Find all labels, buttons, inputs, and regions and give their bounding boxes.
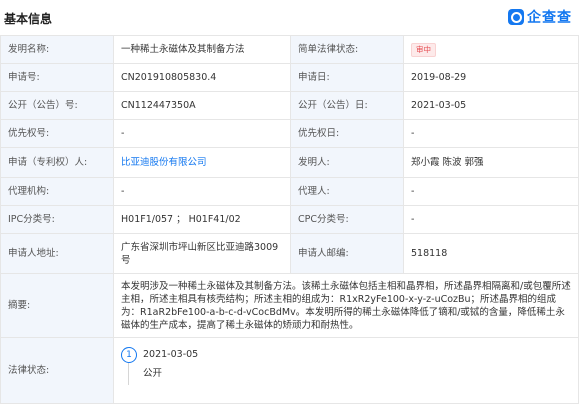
abstract-label: 摘要: [0, 273, 114, 338]
application-date-value: 2019-08-29 [403, 63, 579, 92]
postal-code-label: 申请人邮编: [290, 233, 404, 274]
timeline-connector [128, 362, 129, 385]
priority-date-value: - [403, 119, 579, 148]
inventor-value: 郑小霞 陈波 郭强 [403, 147, 579, 178]
table-row: 法律状态: 1 2021-03-05 公开 [0, 337, 579, 404]
invention-name-value: 一种稀土永磁体及其制备方法 [113, 35, 291, 64]
publication-no-label: 公开（公告）号: [0, 91, 114, 120]
application-date-label: 申请日: [290, 63, 404, 92]
table-row: IPC分类号: H01F1/057 ； H01F41/02 CPC分类号: - [0, 205, 579, 234]
table-row: 申请（专利权）人: 比亚迪股份有限公司 发明人: 郑小霞 陈波 郭强 [0, 147, 579, 178]
qichacha-logo[interactable]: 企查查 [508, 6, 572, 28]
applicant-address-label: 申请人地址: [0, 233, 114, 274]
priority-no-value: - [113, 119, 291, 148]
applicant-label: 申请（专利权）人: [0, 147, 114, 178]
table-row: 公开（公告）号: CN112447350A 公开（公告）日: 2021-03-0… [0, 91, 579, 120]
table-row: 摘要: 本发明涉及一种稀土永磁体及其制备方法。该稀土永磁体包括主相和晶界相，所述… [0, 273, 579, 338]
table-row: 申请号: CN201910805830.4 申请日: 2019-08-29 [0, 63, 579, 92]
table-row: 发明名称: 一种稀土永磁体及其制备方法 简单法律状态: 审中 [0, 35, 579, 64]
priority-no-label: 优先权号: [0, 119, 114, 148]
table-row: 代理机构: - 代理人: - [0, 177, 579, 206]
cpc-label: CPC分类号: [290, 205, 404, 234]
table-row: 申请人地址: 广东省深圳市坪山新区比亚迪路3009号 申请人邮编: 518118 [0, 233, 579, 274]
agency-value: - [113, 177, 291, 206]
inventor-label: 发明人: [290, 147, 404, 178]
publication-date-label: 公开（公告）日: [290, 91, 404, 120]
timeline-event: 公开 [143, 367, 163, 379]
invention-name-label: 发明名称: [0, 35, 114, 64]
applicant-link[interactable]: 比亚迪股份有限公司 [121, 157, 207, 168]
publication-no-value: CN112447350A [113, 91, 291, 120]
publication-date-value: 2021-03-05 [403, 91, 579, 120]
priority-date-label: 优先权日: [290, 119, 404, 148]
status-badge: 审中 [411, 42, 436, 57]
table-row: 优先权号: - 优先权日: - [0, 119, 579, 148]
applicant-cell: 比亚迪股份有限公司 [113, 147, 291, 178]
legal-status-timeline: 1 2021-03-05 公开 [121, 341, 571, 401]
postal-code-value: 518118 [403, 233, 579, 274]
patent-info-table: 发明名称: 一种稀土永磁体及其制备方法 简单法律状态: 审中 申请号: CN20… [0, 35, 579, 404]
timeline-step-marker: 1 [121, 346, 137, 363]
legal-status-label: 法律状态: [0, 337, 114, 404]
section-title: 基本信息 [4, 12, 53, 26]
cpc-value: - [403, 205, 579, 234]
legal-status-brief-label: 简单法律状态: [290, 35, 404, 64]
abstract-text: 本发明涉及一种稀土永磁体及其制备方法。该稀土永磁体包括主相和晶界相，所述晶界相隔… [113, 273, 579, 338]
qichacha-logo-icon [508, 9, 524, 25]
section-header: 基本信息 企查查 [0, 0, 580, 34]
logo-text: 企查查 [527, 10, 572, 26]
legal-status-brief-cell: 审中 [403, 35, 579, 64]
ipc-value: H01F1/057 ； H01F41/02 [113, 205, 291, 234]
ipc-label: IPC分类号: [0, 205, 114, 234]
applicant-address-value: 广东省深圳市坪山新区比亚迪路3009号 [113, 233, 291, 274]
agency-label: 代理机构: [0, 177, 114, 206]
application-no-label: 申请号: [0, 63, 114, 92]
agent-value: - [403, 177, 579, 206]
timeline-date: 2021-03-05 [143, 348, 199, 360]
application-no-value: CN201910805830.4 [113, 63, 291, 92]
legal-status-cell: 1 2021-03-05 公开 [113, 337, 579, 404]
agent-label: 代理人: [290, 177, 404, 206]
